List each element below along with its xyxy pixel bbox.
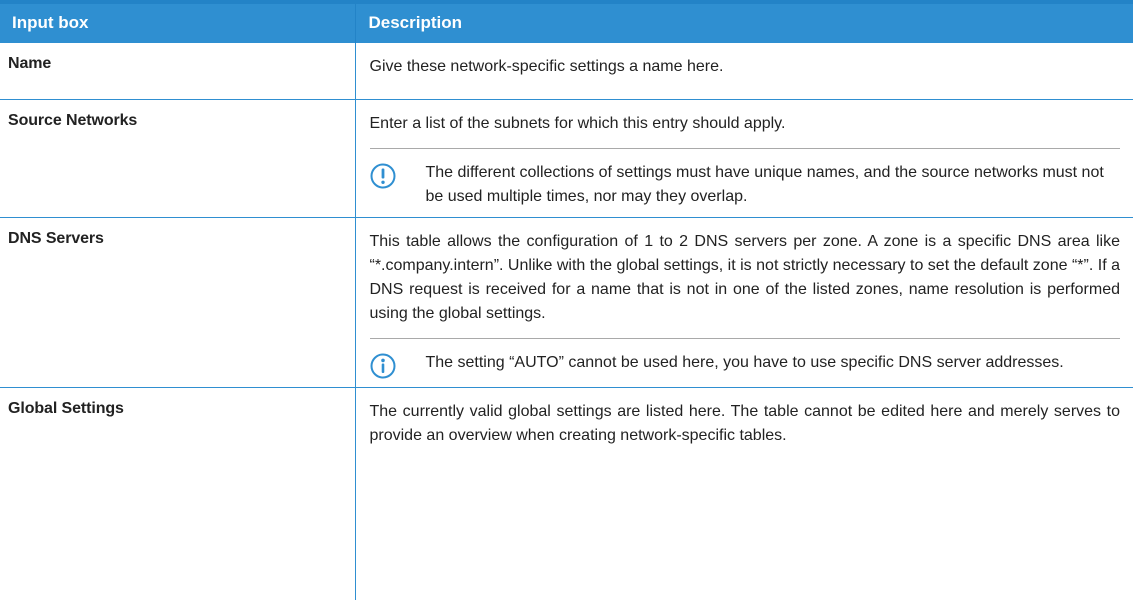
table-row-name: Name Give these network-specific setting… <box>0 43 1133 100</box>
table-row-global-settings: Global Settings The currently valid glob… <box>0 388 1133 600</box>
row-label: Source Networks <box>0 100 355 218</box>
column-header-input-box: Input box <box>0 2 355 43</box>
row-description: This table allows the configuration of 1… <box>355 218 1133 388</box>
info-circle-icon <box>370 353 396 379</box>
note-text: The different collections of settings mu… <box>426 161 1121 209</box>
description-text: Give these network-specific settings a n… <box>370 43 1121 91</box>
row-description: Give these network-specific settings a n… <box>355 43 1133 100</box>
row-label: Global Settings <box>0 388 355 600</box>
description-text: This table allows the configuration of 1… <box>370 218 1121 338</box>
description-text: The currently valid global settings are … <box>370 388 1121 460</box>
row-label: Name <box>0 43 355 100</box>
table-header-row: Input box Description <box>0 2 1133 43</box>
info-note: The setting “AUTO” cannot be used here, … <box>370 338 1121 387</box>
table-row-source-networks: Source Networks Enter a list of the subn… <box>0 100 1133 218</box>
warning-note: The different collections of settings mu… <box>370 148 1121 217</box>
parameter-table: Input box Description Name Give these ne… <box>0 0 1133 600</box>
row-description: Enter a list of the subnets for which th… <box>355 100 1133 218</box>
table-row-dns-servers: DNS Servers This table allows the config… <box>0 218 1133 388</box>
row-label: DNS Servers <box>0 218 355 388</box>
row-description: The currently valid global settings are … <box>355 388 1133 600</box>
note-text: The setting “AUTO” cannot be used here, … <box>426 351 1121 379</box>
column-header-description: Description <box>355 2 1133 43</box>
description-text: Enter a list of the subnets for which th… <box>370 100 1121 148</box>
exclamation-circle-icon <box>370 163 396 189</box>
